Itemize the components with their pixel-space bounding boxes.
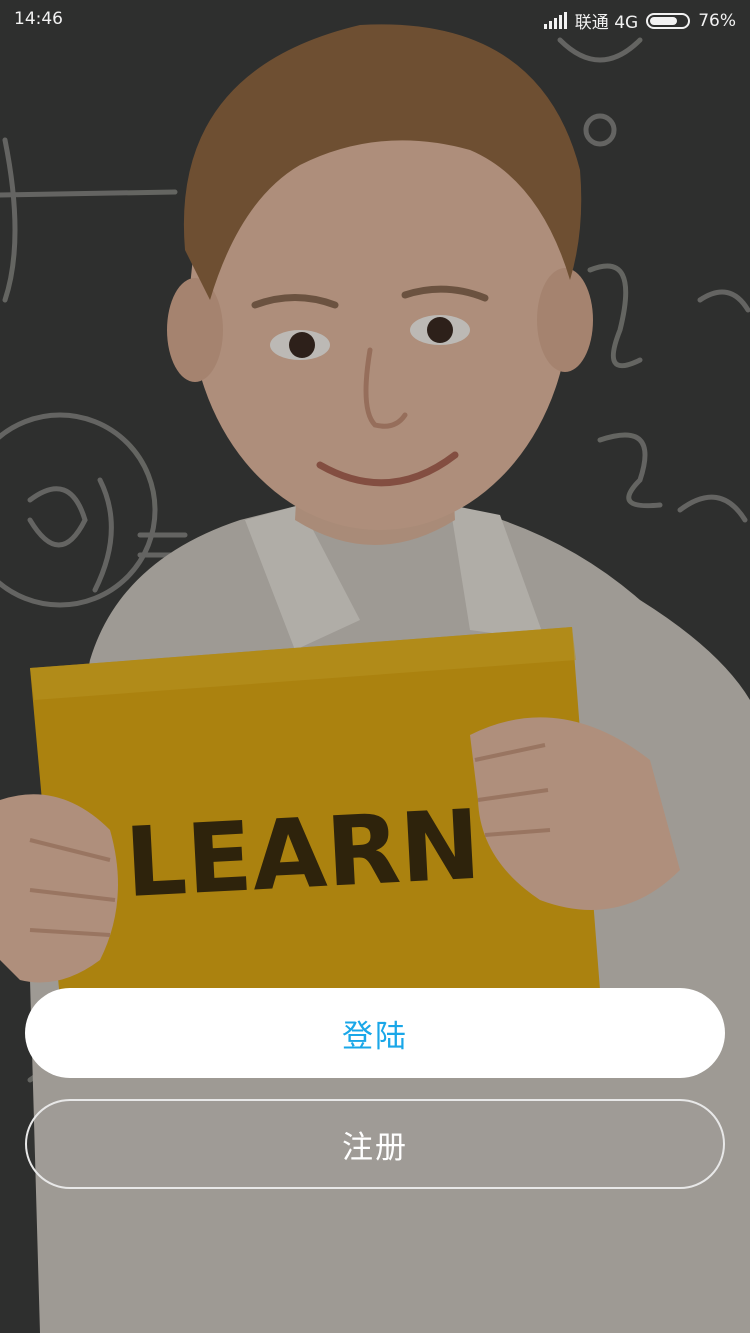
battery-level-fill	[650, 16, 678, 25]
carrier-label: 联通 4G	[574, 13, 639, 33]
register-button-label: 注册	[342, 1129, 408, 1166]
battery-icon	[646, 12, 691, 29]
login-button-label: 登陆	[342, 1018, 408, 1055]
status-bar: 14:46 联通 4G 76%	[0, 0, 750, 40]
register-button[interactable]: 注册	[25, 1099, 725, 1189]
login-button[interactable]: 登陆	[25, 988, 725, 1078]
status-time: 14:46	[14, 9, 63, 29]
app-screen: LEARN 14:46 联通 4G 76% 登陆 注册	[0, 0, 750, 1333]
status-indicators: 联通 4G 76%	[543, 8, 736, 33]
battery-percent: 76%	[698, 10, 736, 31]
signal-strength-icon	[543, 11, 567, 29]
